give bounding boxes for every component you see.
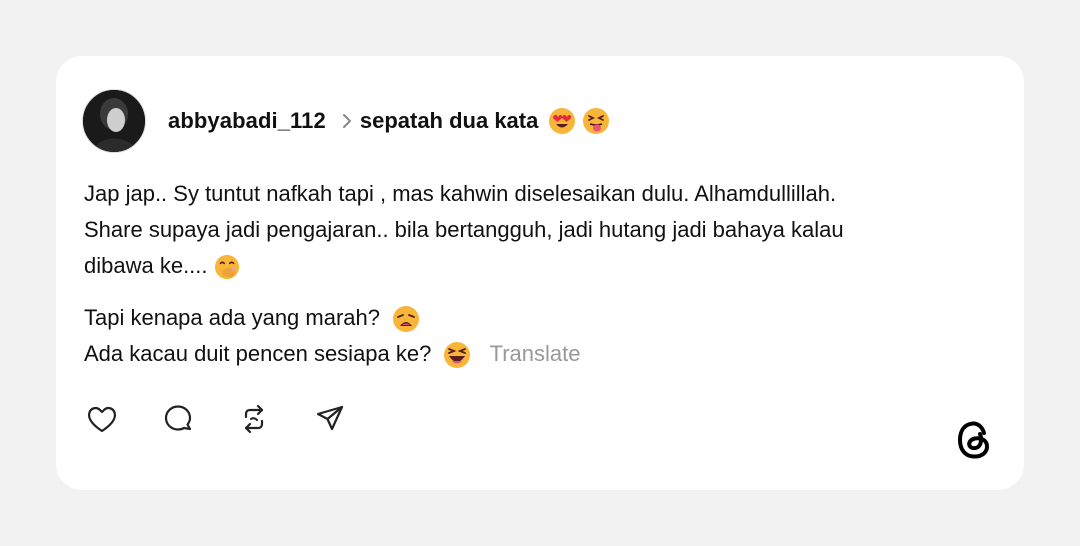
text-line-content: Ada kacau duit pencen sesiapa ke? [84, 341, 432, 366]
threads-logo-icon [954, 418, 996, 462]
action-bar [84, 401, 348, 437]
topic-emojis [548, 107, 610, 135]
share-button[interactable] [312, 401, 348, 437]
paragraph-2: Tapi kenapa ada yang marah? Ada kacau du… [84, 300, 1004, 372]
text-line: Share supaya jadi pengajaran.. bila bert… [84, 217, 844, 242]
heart-icon [88, 406, 116, 433]
post-card: abbyabadi_112 sepatah dua kata Jap jap..… [56, 56, 1024, 490]
grinning-squinting-emoji-icon [444, 342, 471, 369]
translate-link[interactable]: Translate [490, 341, 581, 366]
topic-tag[interactable]: sepatah dua kata [360, 108, 539, 134]
chevron-right-icon [342, 113, 352, 129]
squinting-tongue-emoji-icon [583, 108, 610, 134]
text-line: dibawa ke.... [84, 248, 1004, 284]
avatar[interactable] [82, 89, 146, 153]
face-with-hand-over-mouth-emoji-icon [214, 255, 239, 280]
text-line-content: dibawa ke.... [84, 253, 208, 278]
post-header: abbyabadi_112 sepatah dua kata [82, 89, 610, 153]
weary-face-emoji-icon [393, 306, 420, 333]
post-body: Jap jap.. Sy tuntut nafkah tapi , mas ka… [84, 176, 1004, 372]
text-line: Tapi kenapa ada yang marah? [84, 300, 1004, 336]
repost-icon [244, 404, 264, 434]
heart-eyes-emoji-icon [549, 108, 576, 134]
text-line-content: Tapi kenapa ada yang marah? [84, 305, 380, 330]
paragraph-1: Jap jap.. Sy tuntut nafkah tapi , mas ka… [84, 176, 1004, 284]
comment-button[interactable] [160, 401, 196, 437]
comment-icon [164, 405, 192, 431]
text-line: Ada kacau duit pencen sesiapa ke? Transl… [84, 336, 1004, 372]
repost-button[interactable] [236, 401, 272, 437]
text-line: Jap jap.. Sy tuntut nafkah tapi , mas ka… [84, 181, 837, 206]
share-icon [316, 405, 344, 431]
like-button[interactable] [84, 401, 120, 437]
username[interactable]: abbyabadi_112 [168, 108, 326, 134]
